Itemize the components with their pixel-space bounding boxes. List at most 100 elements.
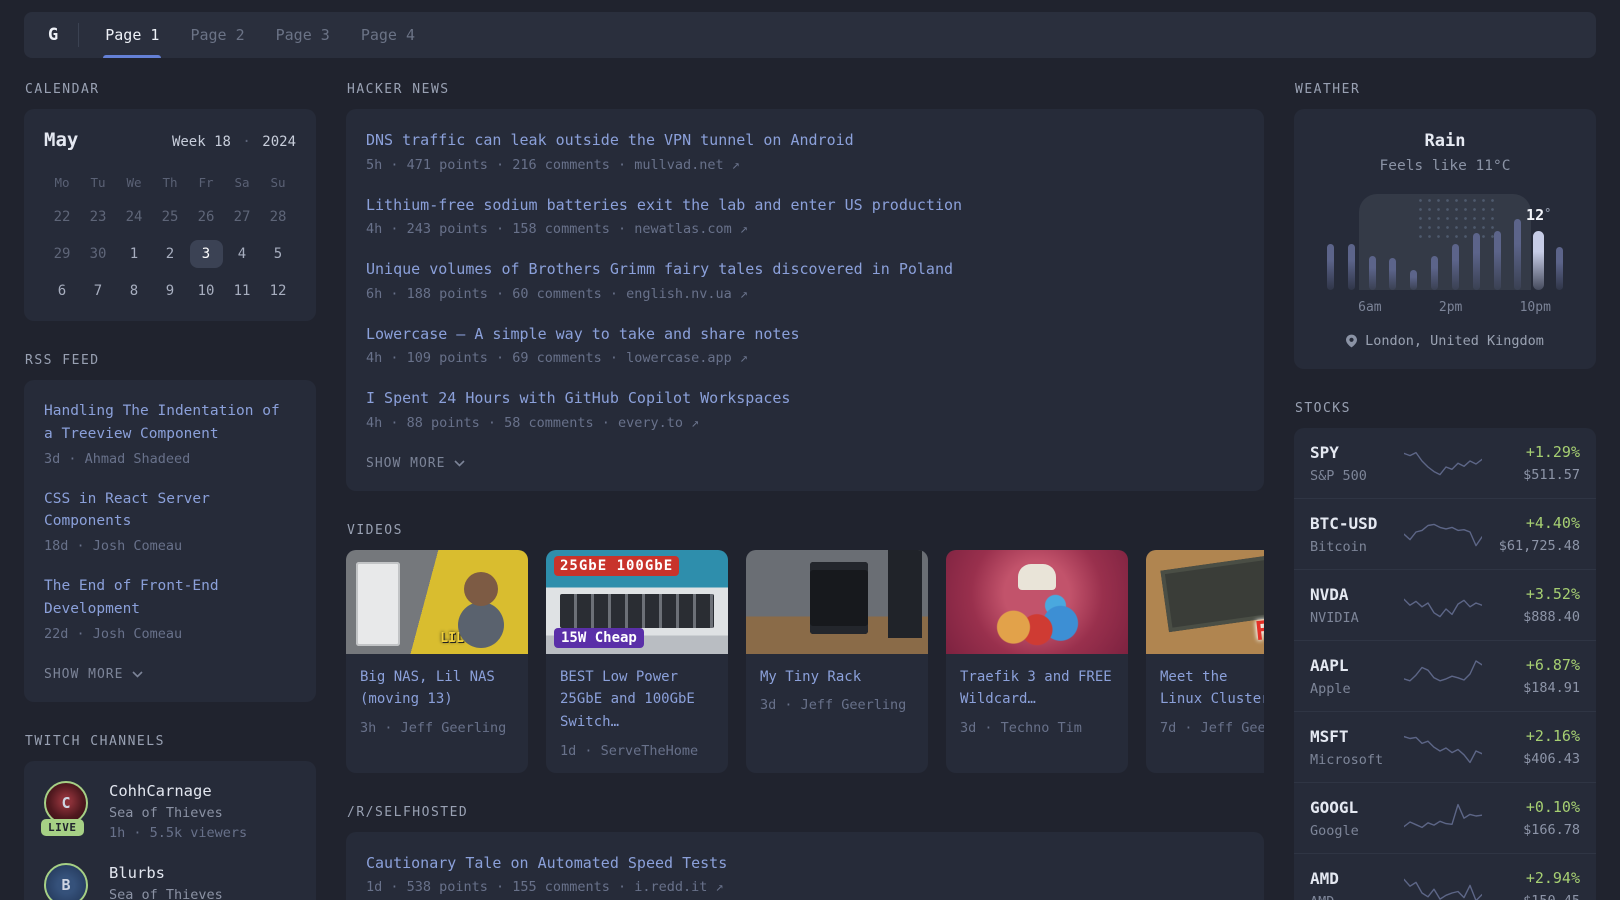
video-meta: 7d · Jeff Geerling [1160,719,1264,736]
stock-identity: BTC-USD Bitcoin [1310,514,1402,555]
stock-price: $511.57 [1523,467,1580,483]
video-thumbnail[interactable] [946,549,1128,654]
stocks-card: SPY S&P 500 +1.29% $511.57 BTC-USD Bitcoin +4.… [1294,428,1596,900]
video-thumbnail[interactable] [746,549,928,654]
feed-item-meta: 4h · 109 points · 69 comments · lowercas… [366,350,749,366]
video-card[interactable]: LIL NAS Big NAS, Lil NAS (moving 13) 3h · … [346,549,528,773]
dashboard-page: G Page 1 Page 2 Page 3 Page 4 CALENDAR May … [0,0,1620,900]
weather-time-label [1339,300,1358,315]
calendar-day: 5 [273,246,283,262]
thumbnail-text: 25GbE 100GbE [554,555,680,576]
feed-item-title[interactable]: CSS in React Server Components [44,491,210,530]
stock-sparkline-wrap [1402,512,1484,556]
calendar-day: 8 [129,283,139,299]
feed-item-meta: 18d · Josh Comeau [44,538,183,554]
stocks-section-label: STOCKS [1295,401,1351,416]
stock-company-name: Bitcoin [1310,538,1367,555]
calendar-day: 24 [125,209,143,225]
location-pin-icon [1346,334,1358,348]
feed-item-title[interactable]: Lowercase – A simple way to take and sha… [366,325,799,343]
app-logo[interactable]: G [44,25,78,45]
video-card[interactable]: 25GbE 100GbE 15W Cheap BEST Low Power 25Gb… [546,549,728,773]
video-title[interactable]: BEST Low Power 25GbE and 100GbE Switch… [560,669,695,730]
video-title[interactable]: Meet the Linux Cluster [1160,669,1264,708]
calendar-grid: Mo Tu We Th Fr Sa Su 22 23 24 25 26 27 28 29 30 1 2 3 4 5 6 7 8… [44,171,296,305]
stock-sparkline-wrap [1402,867,1484,900]
video-card[interactable]: FAST Meet the Linux Cluster 7d · Jeff Geer… [1146,549,1264,773]
weather-bar [1431,256,1439,290]
show-more-button[interactable]: SHOW MORE [366,456,466,471]
video-thumbnail[interactable]: 25GbE 100GbE 15W Cheap [546,549,728,654]
feed-item-title[interactable]: I Spent 24 Hours with GitHub Copilot Wor… [366,389,790,407]
calendar-day: 23 [89,209,107,225]
stock-identity: NVDA NVIDIA [1310,585,1402,626]
hacker-news-card: DNS traffic can leak outside the VPN tun… [346,109,1264,491]
feed-item-title[interactable]: Lithium-free sodium batteries exit the l… [366,196,962,214]
video-meta: 3h · Jeff Geerling [360,719,507,736]
weather-bar [1514,218,1522,290]
feed-item: The End of Front-End Development 22d · Jo… [44,575,296,642]
feed-item-title[interactable]: Handling The Indentation of a Treeview C… [44,403,280,442]
twitch-section-label: TWITCH CHANNELS [25,733,165,749]
stock-identity: AMD AMD [1310,869,1402,900]
videos-widget: VIDEOS LIL NAS Big NAS, Lil NAS (moving 1… [346,523,1264,773]
feed-item-title[interactable]: Cautionary Tale on Automated Speed Tests [366,854,727,872]
stock-values: +3.52% $888.40 [1484,585,1580,625]
weather-bar-slot [1341,204,1362,290]
video-card-body: BEST Low Power 25GbE and 100GbE Switch… 1… [546,654,728,773]
video-card[interactable]: Traefik 3 and FREE Wildcard… 3d · Techno … [946,549,1128,773]
tab-page-2[interactable]: Page 2 [188,12,246,58]
stock-row-nvda[interactable]: NVDA NVIDIA +3.52% $888.40 [1294,569,1596,640]
feed-item-title[interactable]: Unique volumes of Brothers Grimm fairy t… [366,260,953,278]
feed-item: Handling The Indentation of a Treeview C… [44,400,296,467]
stock-sparkline [1404,660,1482,682]
video-title[interactable]: My Tiny Rack [760,669,861,685]
tab-page-3[interactable]: Page 3 [274,12,332,58]
video-thumbnail[interactable]: LIL NAS [346,549,528,654]
stock-row-btc-usd[interactable]: BTC-USD Bitcoin +4.40% $61,725.48 [1294,498,1596,569]
weather-time-label [1382,300,1401,315]
live-badge: LIVE [41,818,84,836]
twitch-channel-row[interactable]: C LIVE CohhCarnage Sea of Thieves 1h · 5.5k … [41,780,296,841]
show-more-button[interactable]: SHOW MORE [44,667,144,682]
stock-sparkline [1404,878,1482,900]
stock-row-googl[interactable]: GOOGL Google +0.10% $166.78 [1294,782,1596,853]
tab-page-4[interactable]: Page 4 [359,12,417,58]
feed-item-title[interactable]: The End of Front-End Development [44,578,219,617]
stock-row-aapl[interactable]: AAPL Apple +6.87% $184.91 [1294,640,1596,711]
video-thumbnail[interactable]: FAST [1146,549,1264,654]
stock-row-spy[interactable]: SPY S&P 500 +1.29% $511.57 [1294,428,1596,498]
calendar-day: 12 [269,283,287,299]
tab-page-1[interactable]: Page 1 [103,12,162,58]
calendar-weekday: Su [270,175,286,190]
weather-time-axis: 6am 2pm 10pm [1320,300,1570,315]
video-title[interactable]: Big NAS, Lil NAS (moving 13) [360,669,495,708]
stock-row-msft[interactable]: MSFT Microsoft +2.16% $406.43 [1294,711,1596,782]
stock-price: $406.43 [1523,751,1580,767]
stock-price: $166.78 [1523,822,1580,838]
feed-item-title[interactable]: DNS traffic can leak outside the VPN tun… [366,131,854,149]
stock-identity: GOOGL Google [1310,798,1402,839]
stock-sparkline [1404,598,1482,618]
stock-row-amd[interactable]: AMD AMD +2.94% $150.45 [1294,853,1596,900]
calendar-day-selected: 3 [189,240,223,268]
video-card[interactable]: My Tiny Rack 3d · Jeff Geerling [746,549,928,773]
calendar-card: May Week 18 · 2024 Mo Tu We Th Fr Sa Su 22 23 24 2… [24,109,316,321]
feed-item: Lowercase – A simple way to take and sha… [366,323,1244,367]
stock-sparkline-wrap [1402,583,1484,627]
stock-price: $888.40 [1523,609,1580,625]
weather-bar-slot [1403,204,1424,290]
weather-bar-slot [1445,204,1466,290]
weather-bar [1347,243,1355,290]
feed-item-meta: 4h · 243 points · 158 comments · newatla… [366,221,749,237]
twitch-channel-name[interactable]: CohhCarnage [109,782,247,800]
twitch-channel-info: BlurbsSea of Thieves1h · 264 viewers [109,863,239,900]
calendar-day: 1 [129,246,139,262]
twitch-channel-row[interactable]: BLIVEBlurbsSea of Thieves1h · 264 viewer… [44,862,296,900]
video-title[interactable]: Traefik 3 and FREE Wildcard… [960,669,1112,708]
stock-sparkline-wrap [1402,441,1484,485]
twitch-channel-name[interactable]: Blurbs [109,864,239,882]
stock-change-percent: +2.16% [1525,727,1580,745]
calendar-day: 26 [197,209,215,225]
stock-change-percent: +4.40% [1525,514,1580,532]
